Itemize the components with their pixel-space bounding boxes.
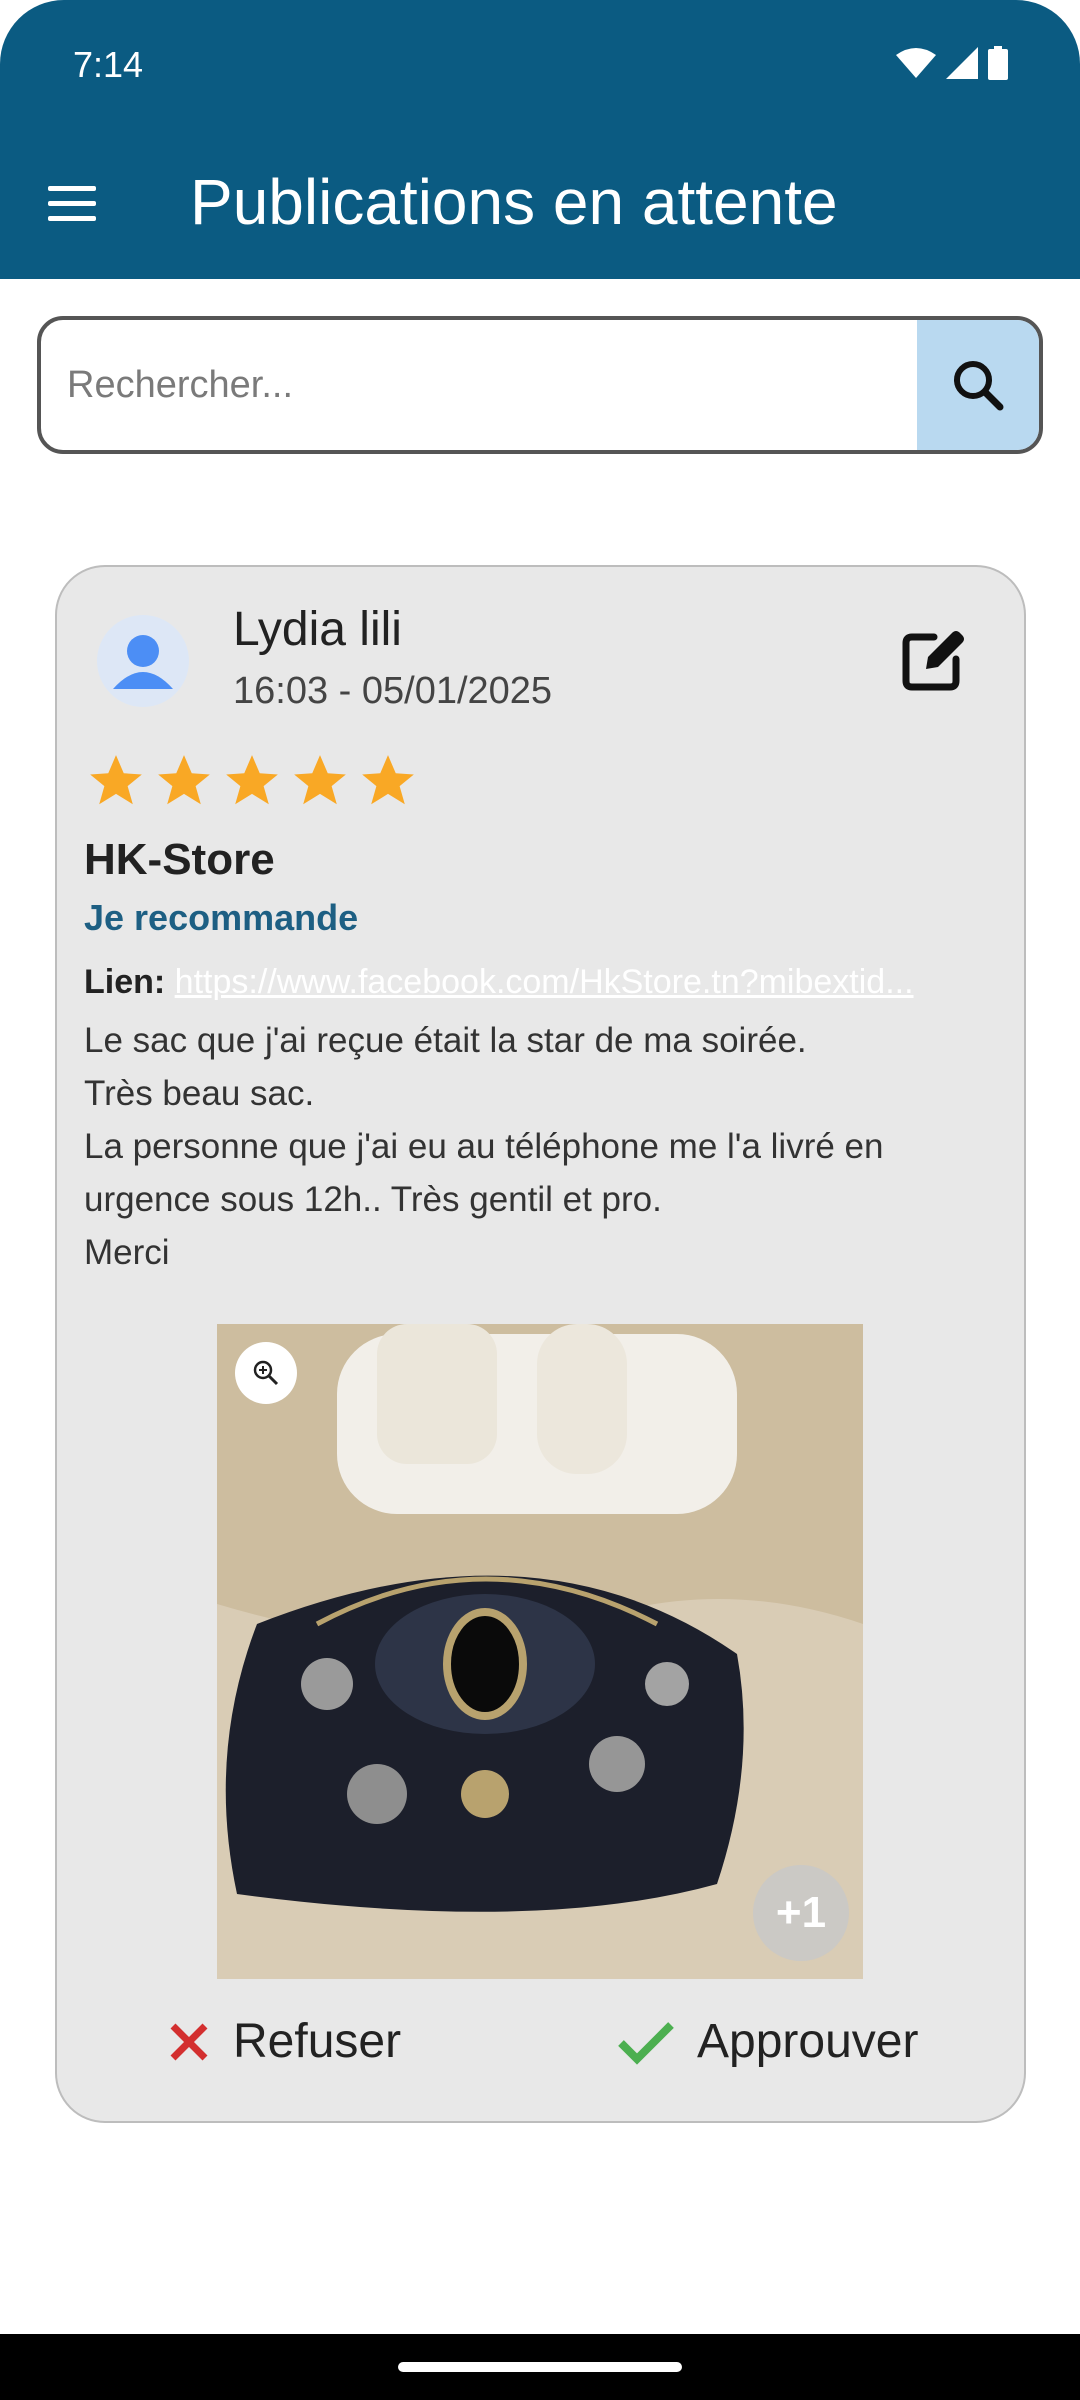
zoom-in-icon <box>253 1360 279 1386</box>
review-line: urgence sous 12h.. Très gentil et pro. <box>84 1180 662 1219</box>
refuse-button[interactable]: Refuser <box>167 2014 401 2069</box>
home-gesture-handle[interactable] <box>398 2362 682 2372</box>
search-input[interactable] <box>41 320 921 450</box>
app-bar: 7:14 Publications en attente <box>0 0 1080 279</box>
star-icon <box>226 755 278 805</box>
author-name: Lydia lili <box>233 603 402 656</box>
more-images-badge[interactable]: +1 <box>753 1865 849 1961</box>
user-icon <box>113 635 173 689</box>
battery-icon <box>988 46 1008 80</box>
review-line: Le sac que j'ai reçue était la star de m… <box>84 1021 807 1060</box>
star-icon <box>362 755 414 805</box>
pending-post-card: Lydia lili 16:03 - 05/01/2025 HK-Store J… <box>55 565 1026 2123</box>
recommendation-text: Je recommande <box>84 897 359 938</box>
store-link[interactable]: https://www.facebook.com/HkStore.tn?mibe… <box>175 963 914 1001</box>
close-icon <box>170 2023 208 2060</box>
signal-icon <box>946 47 978 79</box>
wifi-icon <box>896 48 936 78</box>
search-button[interactable] <box>917 320 1039 450</box>
star-icon <box>158 755 210 805</box>
refuse-label: Refuser <box>233 2015 402 2068</box>
avatar <box>97 615 189 707</box>
search-bar <box>37 316 1043 454</box>
store-name: HK-Store <box>84 835 275 884</box>
review-line: Merci <box>84 1233 170 1272</box>
check-icon <box>618 2021 674 2065</box>
status-icons <box>896 46 1008 80</box>
post-image[interactable]: +1 <box>217 1324 863 1979</box>
edit-icon[interactable] <box>898 625 968 695</box>
link-label: Lien: <box>84 963 166 1001</box>
review-line: La personne que j'ai eu au téléphone me … <box>84 1127 884 1166</box>
star-icon <box>294 755 346 805</box>
search-icon <box>954 361 1004 411</box>
star-icon <box>90 755 142 805</box>
approve-button[interactable]: Approuver <box>617 2014 918 2069</box>
status-time: 7:14 <box>73 44 144 85</box>
page-title: Publications en attente <box>190 166 838 238</box>
review-line: Très beau sac. <box>84 1074 315 1113</box>
zoom-button[interactable] <box>235 1342 297 1404</box>
approve-label: Approuver <box>697 2015 919 2068</box>
post-date: 16:03 - 05/01/2025 <box>233 670 553 712</box>
link-row: Lien: https://www.facebook.com/HkStore.t… <box>84 963 989 1002</box>
rating-stars <box>84 750 420 812</box>
system-navigation-bar <box>0 2334 1080 2400</box>
menu-icon[interactable] <box>48 186 100 226</box>
review-text: Le sac que j'ai reçue était la star de m… <box>84 1014 989 1279</box>
